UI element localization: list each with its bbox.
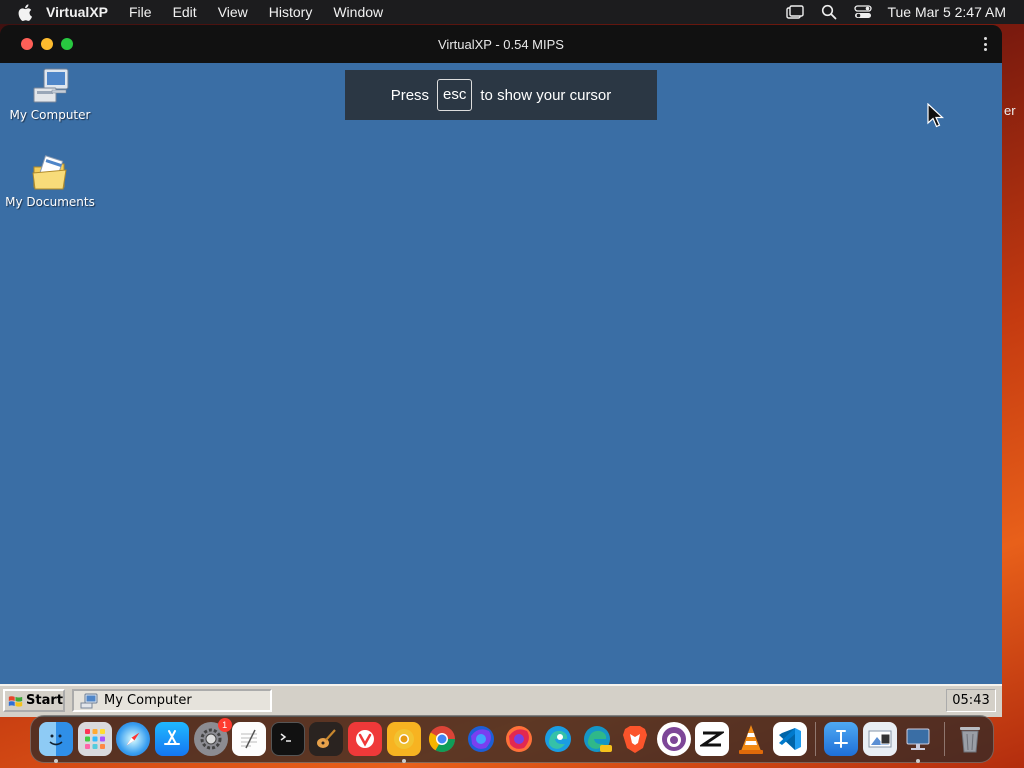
vscode-icon [778, 728, 801, 750]
menu-app-name[interactable]: VirtualXP [46, 4, 108, 20]
dock-app-store[interactable] [155, 722, 190, 756]
menu-bar: VirtualXP File Edit View History Window … [0, 0, 1024, 24]
dock-system-settings[interactable]: 1 [193, 718, 232, 756]
dock-preview[interactable] [862, 722, 897, 756]
running-indicator [401, 759, 406, 763]
brave-lion-icon [623, 726, 648, 753]
dock-terminal[interactable] [270, 722, 305, 756]
dock-separator [943, 722, 945, 756]
background-window-text: er [1004, 103, 1016, 118]
my-documents-icon [30, 153, 70, 193]
firefox-developer-icon [467, 726, 494, 752]
xp-taskbar: Start My Computer 05:43 [0, 684, 1002, 717]
dock-textedit[interactable] [232, 722, 267, 756]
firefox-icon [506, 726, 533, 752]
edge-icon [545, 726, 572, 752]
tor-browser-icon [661, 727, 686, 751]
xcode-instruments-icon [834, 730, 849, 748]
running-indicator [54, 759, 59, 763]
terminal-icon [280, 733, 291, 742]
spotlight-search-icon[interactable] [819, 4, 839, 20]
capcut-icon [700, 731, 725, 747]
xp-desktop[interactable]: My Computer My Documents Press esc to sh… [0, 63, 1002, 684]
trash-icon [959, 727, 980, 753]
taskbar-item-label: My Computer [104, 693, 192, 708]
dock-edge[interactable] [541, 722, 575, 756]
start-button[interactable]: Start [3, 689, 65, 712]
virtualxp-window: VirtualXP - 0.54 MIPS My Computer My Doc… [0, 25, 1002, 717]
window-title: VirtualXP - 0.54 MIPS [438, 36, 564, 52]
virtualxp-icon [906, 728, 930, 750]
close-window-button[interactable] [21, 38, 33, 50]
dock-vivaldi[interactable] [348, 722, 383, 756]
preview-photos-icon [868, 730, 892, 748]
desktop-icon-label: My Computer [9, 108, 91, 122]
menu-view[interactable]: View [218, 4, 248, 20]
vlc-cone-icon [738, 725, 763, 754]
control-center-icon[interactable] [853, 4, 873, 20]
menu-file[interactable]: File [129, 4, 152, 20]
desktop-icon-label: My Documents [5, 195, 95, 209]
running-indicator [916, 759, 921, 763]
safari-icon [127, 732, 140, 746]
my-computer-icon [80, 693, 98, 708]
menu-history[interactable]: History [269, 4, 313, 20]
esc-key-label: esc [437, 79, 473, 111]
mouse-cursor-icon [927, 103, 945, 128]
dock-chrome-canary[interactable] [386, 722, 421, 763]
chrome-icon [429, 726, 456, 753]
textedit-icon [241, 729, 258, 749]
desktop-icon-my-documents[interactable]: My Documents [0, 153, 100, 209]
dock: 1 [30, 715, 994, 763]
menu-window[interactable]: Window [333, 4, 383, 20]
window-titlebar[interactable]: VirtualXP - 0.54 MIPS [0, 25, 1002, 63]
finder-icon [49, 734, 63, 746]
dock-chrome[interactable] [425, 722, 459, 756]
dock-garageband[interactable] [309, 722, 344, 756]
start-label: Start [26, 693, 63, 708]
vivaldi-icon [356, 730, 375, 748]
dock-firefox[interactable] [502, 722, 536, 756]
chrome-canary-icon [393, 729, 414, 749]
esc-hint-toast: Press esc to show your cursor [345, 70, 657, 120]
menu-edit[interactable]: Edit [173, 4, 197, 20]
dock-brave[interactable] [618, 722, 652, 756]
dock-tor-browser[interactable] [656, 722, 691, 756]
minimize-window-button[interactable] [41, 38, 53, 50]
more-options-icon[interactable] [982, 37, 988, 51]
launchpad-icon [84, 729, 105, 749]
dock-launchpad[interactable] [77, 722, 112, 756]
dock-separator [814, 722, 816, 756]
garageband-guitar-icon [317, 729, 337, 748]
screen-mirror-icon[interactable] [785, 4, 805, 20]
edge-canary-icon [583, 726, 612, 752]
menubar-clock[interactable]: Tue Mar 5 2:47 AM [887, 4, 1006, 20]
dock-vlc[interactable] [734, 722, 768, 756]
dock-instruments[interactable] [824, 722, 859, 756]
dock-firefox-developer[interactable] [464, 722, 498, 756]
my-computer-icon [30, 66, 70, 106]
toast-prefix: Press [390, 86, 430, 104]
dock-virtualxp[interactable] [901, 722, 935, 763]
toast-suffix: to show your cursor [480, 86, 612, 104]
dock-safari[interactable] [116, 722, 151, 756]
desktop-icon-my-computer[interactable]: My Computer [0, 66, 100, 122]
notification-badge: 1 [217, 718, 232, 732]
dock-edge-canary[interactable] [580, 722, 614, 756]
fullscreen-window-button[interactable] [61, 38, 73, 50]
app-store-icon [164, 730, 181, 745]
dock-finder[interactable] [39, 722, 74, 763]
taskbar-item-my-computer[interactable]: My Computer [72, 689, 272, 712]
apple-menu-icon[interactable] [18, 3, 34, 21]
dock-capcut[interactable] [695, 722, 730, 756]
dock-trash[interactable] [953, 722, 987, 756]
windows-flag-icon [8, 695, 23, 707]
dock-vscode[interactable] [772, 722, 807, 756]
tray-clock[interactable]: 05:43 [946, 689, 996, 712]
